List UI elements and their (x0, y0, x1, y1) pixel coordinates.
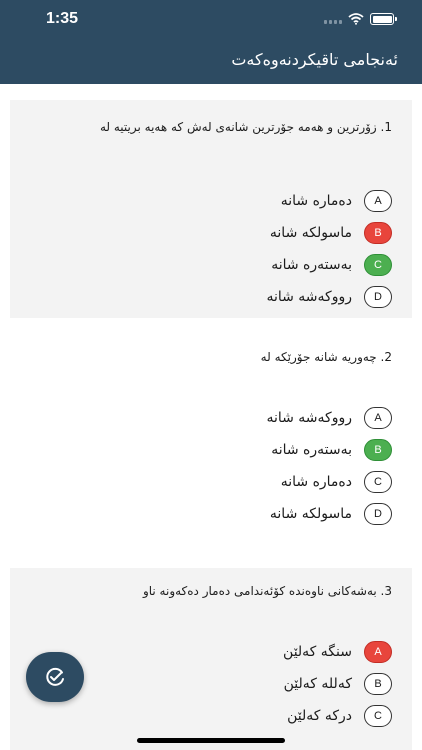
option-letter-badge: C (364, 705, 392, 727)
option-label: ماسولکە شانە (269, 506, 352, 522)
app-header: 1:35 ئەنجامی تاقیکردنەوەکەت (0, 0, 422, 84)
correct-answer-badge: B (364, 439, 392, 461)
option-letter-badge: C (364, 471, 392, 493)
answer-option[interactable]: A سنگە کەلێن (283, 639, 392, 665)
battery-icon (370, 13, 397, 25)
option-label: کەللە کەلێن (283, 676, 352, 692)
check-results-button[interactable] (26, 652, 84, 702)
cellular-signal-icon (324, 14, 342, 24)
answer-option[interactable]: B ماسولکە شانە (270, 220, 392, 246)
answer-option[interactable]: B بەستەرە شانە (271, 437, 392, 463)
option-label: بەستەرە شانە (271, 257, 352, 273)
check-circle-icon (46, 667, 64, 686)
answer-option[interactable]: A رووکەشە شانە (266, 405, 392, 431)
option-label: سنگە کەلێن (283, 644, 352, 660)
question-text: 1. زۆرترین و هەمە جۆرترین شانەی لەش کە ه… (99, 120, 392, 134)
question-card: 2. چەوریە شانە جۆرێکە لە A رووکەشە شانە … (10, 318, 412, 568)
question-card: 1. زۆرترین و هەمە جۆرترین شانەی لەش کە ه… (10, 100, 412, 318)
option-label: رووکەشە شانە (266, 289, 352, 305)
answer-option[interactable]: C دەمارە شانە (281, 469, 392, 495)
option-label: دەمارە شانە (280, 474, 352, 490)
wifi-icon (348, 13, 364, 25)
answer-option[interactable]: B کەللە کەلێن (284, 671, 392, 697)
page-title: ئەنجامی تاقیکردنەوەکەت (231, 50, 398, 69)
option-letter-badge: A (364, 190, 392, 212)
status-time: 1:35 (46, 10, 79, 27)
answer-option[interactable]: D رووکەشە شانە (266, 284, 392, 310)
option-label: بەستەرە شانە (271, 442, 352, 458)
option-label: دركە کەلێن (287, 708, 352, 724)
option-letter-badge: A (364, 407, 392, 429)
correct-answer-badge: C (364, 254, 392, 276)
answer-option[interactable]: C دركە کەلێن (287, 703, 392, 729)
home-indicator (137, 738, 285, 743)
wrong-answer-badge: A (364, 641, 392, 663)
option-letter-badge: D (364, 286, 392, 308)
answer-option[interactable]: C بەستەرە شانە (271, 252, 392, 278)
answer-option[interactable]: D ماسولکە شانە (270, 501, 392, 527)
option-label: رووکەشە شانە (266, 410, 352, 426)
results-list[interactable]: 1. زۆرترین و هەمە جۆرترین شانەی لەش کە ه… (0, 84, 422, 750)
question-text: 3. بەشەکانی ناوەندە کۆئەندامی دەمار دەکە… (142, 584, 392, 598)
wrong-answer-badge: B (364, 222, 392, 244)
status-icons (324, 13, 397, 25)
option-label: دەمارە شانە (280, 193, 352, 209)
option-label: ماسولکە شانە (269, 225, 352, 241)
option-letter-badge: D (364, 503, 392, 525)
option-letter-badge: B (364, 673, 392, 695)
answer-option[interactable]: A دەمارە شانە (281, 188, 392, 214)
question-text: 2. چەوریە شانە جۆرێکە لە (260, 350, 392, 364)
